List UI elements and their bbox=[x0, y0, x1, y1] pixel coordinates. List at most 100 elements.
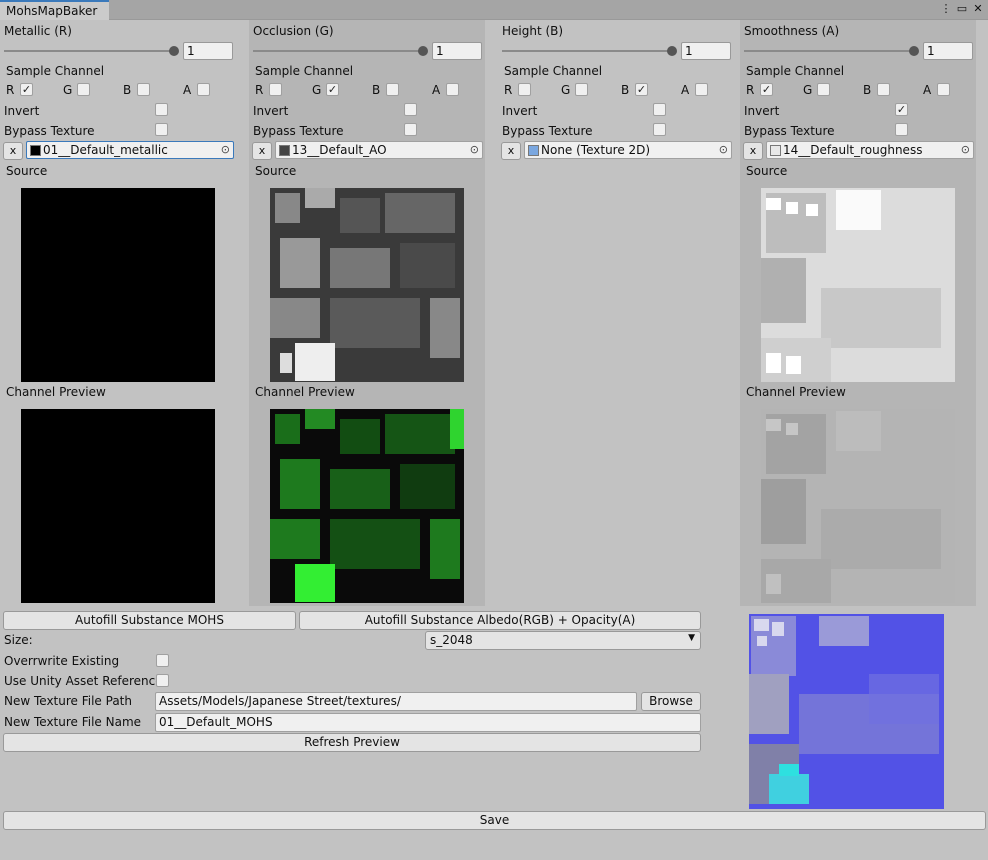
texture-object-field[interactable]: 01__Default_metallic ⊙ bbox=[26, 141, 234, 159]
channel-checkbox-r[interactable] bbox=[269, 83, 282, 96]
object-picker-icon[interactable]: ⊙ bbox=[221, 143, 230, 156]
sample-channel-label: Sample Channel bbox=[746, 64, 845, 78]
channel-checkbox-a[interactable] bbox=[446, 83, 459, 96]
refresh-preview-button[interactable]: Refresh Preview bbox=[3, 733, 701, 752]
save-button[interactable]: Save bbox=[3, 811, 986, 830]
channel-label-a: A bbox=[432, 83, 441, 97]
source-texture-image bbox=[270, 188, 464, 382]
slider-value-field[interactable]: 1 bbox=[432, 42, 482, 60]
texture-name: 14__Default_roughness bbox=[783, 143, 923, 157]
metallic-column: Metallic (R) 1 Sample Channel R ✓ G B A Invert By… bbox=[0, 20, 236, 606]
slider-knob[interactable] bbox=[169, 46, 179, 56]
window-tab[interactable]: MohsMapBaker bbox=[0, 0, 109, 20]
browse-button[interactable]: Browse bbox=[641, 692, 701, 711]
channel-preview-image bbox=[761, 409, 955, 603]
channel-checkbox-b[interactable]: ✓ bbox=[635, 83, 648, 96]
checkmark-icon: ✓ bbox=[761, 83, 772, 96]
slider-value-field[interactable]: 1 bbox=[681, 42, 731, 60]
channel-preview-image bbox=[270, 409, 464, 603]
size-label: Size: bbox=[4, 633, 33, 647]
autofill-mohs-button[interactable]: Autofill Substance MOHS bbox=[3, 611, 296, 630]
source-label: Source bbox=[6, 164, 48, 178]
channel-checkbox-r[interactable]: ✓ bbox=[20, 83, 33, 96]
size-dropdown[interactable]: s_2048 ▼ bbox=[425, 631, 701, 650]
strength-slider[interactable] bbox=[502, 50, 672, 52]
channel-label-g: G bbox=[803, 83, 813, 97]
sample-channel-label: Sample Channel bbox=[255, 64, 354, 78]
texture-object-field[interactable]: 13__Default_AO ⊙ bbox=[275, 141, 483, 159]
bypass-label: Bypass Texture bbox=[4, 124, 95, 138]
channel-checkbox-r[interactable] bbox=[518, 83, 531, 96]
bypass-checkbox[interactable] bbox=[895, 123, 908, 136]
path-input[interactable]: Assets/Models/Japanese Street/textures/ bbox=[155, 692, 637, 711]
channel-label-a: A bbox=[923, 83, 932, 97]
object-picker-icon[interactable]: ⊙ bbox=[961, 143, 970, 156]
column-title: Height (B) bbox=[502, 24, 564, 38]
object-picker-icon[interactable]: ⊙ bbox=[719, 143, 728, 156]
invert-label: Invert bbox=[502, 104, 538, 118]
slider-value-field[interactable]: 1 bbox=[183, 42, 233, 60]
texture-object-field[interactable]: 14__Default_roughness ⊙ bbox=[766, 141, 974, 159]
texture-thumbnail-icon bbox=[528, 145, 539, 156]
strength-slider[interactable] bbox=[744, 50, 914, 52]
unity-ref-checkbox[interactable] bbox=[156, 674, 169, 687]
invert-checkbox[interactable] bbox=[653, 103, 666, 116]
texture-name: 13__Default_AO bbox=[292, 143, 387, 157]
strength-slider[interactable] bbox=[253, 50, 423, 52]
invert-label: Invert bbox=[253, 104, 289, 118]
column-title: Occlusion (G) bbox=[253, 24, 334, 38]
invert-checkbox[interactable] bbox=[404, 103, 417, 116]
channel-label-b: B bbox=[123, 83, 132, 97]
clear-texture-button[interactable]: x bbox=[501, 142, 521, 160]
clear-texture-button[interactable]: x bbox=[3, 142, 23, 160]
bypass-label: Bypass Texture bbox=[744, 124, 835, 138]
channel-checkbox-g[interactable] bbox=[817, 83, 830, 96]
texture-object-field[interactable]: None (Texture 2D) ⊙ bbox=[524, 141, 732, 159]
clear-texture-button[interactable]: x bbox=[743, 142, 763, 160]
channel-checkbox-g[interactable] bbox=[77, 83, 90, 96]
invert-label: Invert bbox=[4, 104, 40, 118]
checkmark-icon: ✓ bbox=[636, 83, 647, 96]
object-picker-icon[interactable]: ⊙ bbox=[470, 143, 479, 156]
maximize-icon[interactable]: ▭ bbox=[956, 2, 968, 15]
slider-knob[interactable] bbox=[418, 46, 428, 56]
name-label: New Texture File Name bbox=[4, 715, 142, 729]
channel-checkbox-g[interactable]: ✓ bbox=[326, 83, 339, 96]
chevron-down-icon: ▼ bbox=[688, 633, 695, 643]
channel-checkbox-a[interactable] bbox=[197, 83, 210, 96]
channel-label-b: B bbox=[372, 83, 381, 97]
bypass-checkbox[interactable] bbox=[653, 123, 666, 136]
name-input[interactable]: 01__Default_MOHS bbox=[155, 713, 701, 732]
source-texture-image bbox=[21, 188, 215, 382]
autofill-albedo-button[interactable]: Autofill Substance Albedo(RGB) + Opacity… bbox=[299, 611, 701, 630]
channel-label-b: B bbox=[863, 83, 872, 97]
overwrite-checkbox[interactable] bbox=[156, 654, 169, 667]
channel-label-g: G bbox=[312, 83, 322, 97]
clear-texture-button[interactable]: x bbox=[252, 142, 272, 160]
invert-checkbox[interactable]: ✓ bbox=[895, 103, 908, 116]
texture-name: None (Texture 2D) bbox=[541, 143, 651, 157]
channel-checkbox-b[interactable] bbox=[877, 83, 890, 96]
channel-checkbox-b[interactable] bbox=[386, 83, 399, 96]
bypass-checkbox[interactable] bbox=[404, 123, 417, 136]
channel-label-b: B bbox=[621, 83, 630, 97]
channel-label-a: A bbox=[681, 83, 690, 97]
channel-preview-label: Channel Preview bbox=[6, 385, 106, 399]
window-controls: ⋮ ▭ ✕ bbox=[940, 2, 984, 15]
more-vert-icon[interactable]: ⋮ bbox=[940, 2, 952, 15]
column-title: Smoothness (A) bbox=[744, 24, 840, 38]
channel-checkbox-b[interactable] bbox=[137, 83, 150, 96]
bypass-checkbox[interactable] bbox=[155, 123, 168, 136]
strength-slider[interactable] bbox=[4, 50, 174, 52]
invert-checkbox[interactable] bbox=[155, 103, 168, 116]
sample-channel-label: Sample Channel bbox=[6, 64, 105, 78]
channel-checkbox-a[interactable] bbox=[695, 83, 708, 96]
slider-value-field[interactable]: 1 bbox=[923, 42, 973, 60]
slider-knob[interactable] bbox=[909, 46, 919, 56]
channel-checkbox-r[interactable]: ✓ bbox=[760, 83, 773, 96]
height-column: Height (B) 1 Sample Channel R G B ✓ A Invert Bypa… bbox=[498, 20, 734, 606]
slider-knob[interactable] bbox=[667, 46, 677, 56]
channel-checkbox-a[interactable] bbox=[937, 83, 950, 96]
channel-checkbox-g[interactable] bbox=[575, 83, 588, 96]
close-icon[interactable]: ✕ bbox=[972, 2, 984, 15]
